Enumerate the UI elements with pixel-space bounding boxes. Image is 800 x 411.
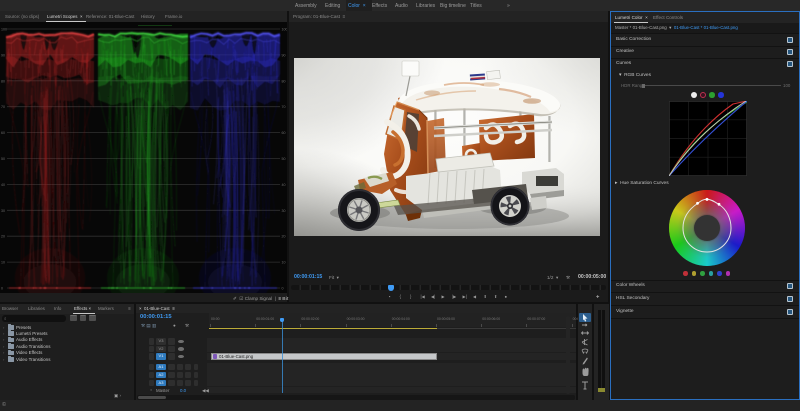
svg-text:20: 20 (282, 235, 286, 239)
svg-text:60: 60 (282, 131, 286, 135)
svg-text:40: 40 (1, 183, 5, 187)
svg-text:80: 80 (1, 79, 5, 83)
svg-text:30: 30 (282, 209, 286, 213)
svg-text:0: 0 (1, 287, 3, 291)
svg-text:70: 70 (1, 105, 5, 109)
svg-text:70: 70 (282, 105, 286, 109)
svg-text:20: 20 (1, 235, 5, 239)
svg-text:90: 90 (282, 53, 286, 57)
svg-text:100: 100 (1, 28, 7, 32)
svg-text:40: 40 (282, 183, 286, 187)
svg-text:80: 80 (282, 79, 286, 83)
svg-text:50: 50 (282, 157, 286, 161)
svg-text:100: 100 (282, 28, 288, 32)
svg-text:90: 90 (1, 53, 5, 57)
svg-text:30: 30 (1, 209, 5, 213)
svg-text:50: 50 (1, 157, 5, 161)
svg-text:0: 0 (282, 287, 284, 291)
svg-text:60: 60 (1, 131, 5, 135)
svg-text:10: 10 (1, 261, 5, 265)
svg-text:10: 10 (282, 261, 286, 265)
